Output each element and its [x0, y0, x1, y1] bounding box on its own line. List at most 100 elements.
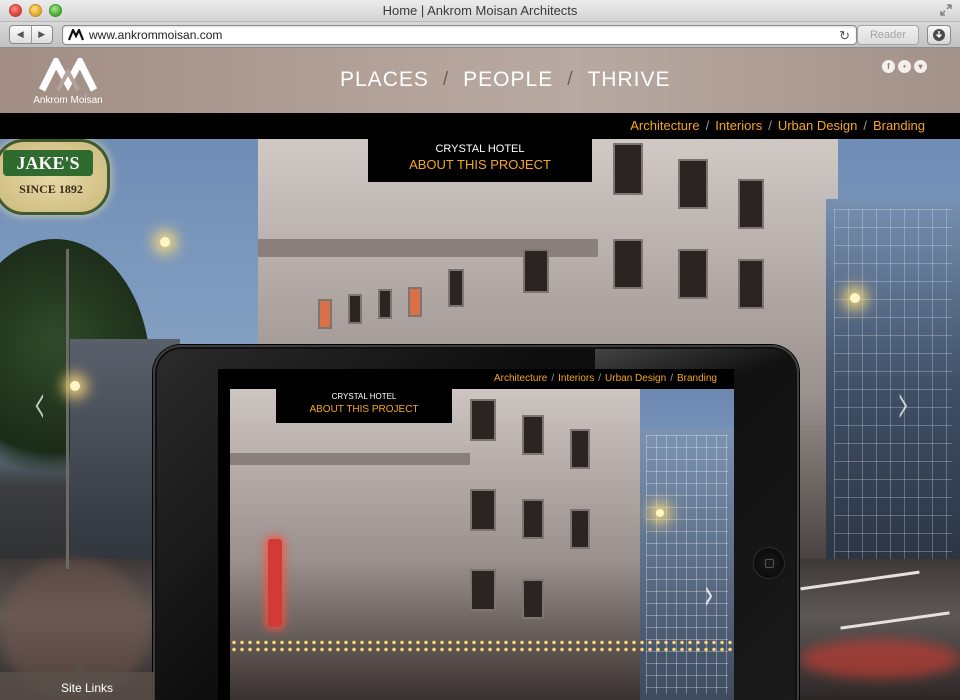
- tablet-next-arrow-icon[interactable]: ›: [704, 569, 714, 620]
- tablet-building-window: [570, 429, 590, 469]
- tablet-building-window: [522, 579, 544, 619]
- street-lamp: [70, 381, 80, 391]
- home-square-icon: [765, 559, 774, 568]
- logo-mark-icon: [38, 54, 98, 92]
- building-window: [678, 249, 708, 299]
- tablet-building-window: [522, 499, 544, 539]
- site-links-label[interactable]: Site Links: [0, 681, 174, 695]
- nav-separator: /: [442, 69, 450, 90]
- reload-icon[interactable]: ↻: [839, 28, 850, 44]
- tablet-category-bar: Architecture / Interiors / Urban Design …: [230, 369, 734, 389]
- downloads-button[interactable]: [927, 25, 951, 45]
- building-window: [378, 289, 392, 319]
- tablet-category-branding[interactable]: Branding: [677, 373, 717, 384]
- tablet-status-bar: 22% 3:14 PM: [218, 369, 230, 700]
- project-name: CRYSTAL HOTEL: [435, 143, 525, 155]
- twitter-icon[interactable]: •: [898, 60, 911, 73]
- tablet-building-window: [470, 399, 496, 441]
- url-text[interactable]: www.ankrommoisan.com: [89, 28, 222, 42]
- logo-caption: Ankrom Moisan: [33, 95, 103, 106]
- primary-nav: PLACES / PEOPLE / THRIVE: [340, 68, 671, 92]
- category-separator: /: [863, 118, 867, 133]
- category-separator: /: [598, 373, 602, 384]
- caret-up-icon: [72, 664, 86, 672]
- address-bar[interactable]: www.ankrommoisan.com ↻: [62, 25, 857, 45]
- history-nav: ◀ ▶: [9, 25, 53, 44]
- tablet-battery: 22%: [220, 384, 226, 397]
- category-urban-design[interactable]: Urban Design: [778, 118, 858, 133]
- window-titlebar: Home | Ankrom Moisan Architects: [0, 0, 960, 22]
- forward-arrow-icon: ▶: [38, 29, 46, 39]
- tablet-category-urban-design[interactable]: Urban Design: [605, 373, 666, 384]
- building-window: [523, 249, 549, 293]
- fullscreen-icon[interactable]: [940, 4, 952, 16]
- nav-places[interactable]: PLACES: [340, 68, 429, 92]
- building-window: [348, 294, 362, 324]
- tablet-neon-sign: [268, 539, 282, 627]
- category-separator: /: [768, 118, 772, 133]
- right-glass-building: [826, 199, 960, 579]
- tablet-building: [230, 389, 640, 700]
- tablet-building-window: [570, 509, 590, 549]
- back-arrow-icon: ◀: [16, 29, 24, 39]
- street-marking: [800, 570, 920, 591]
- tablet-category-interiors[interactable]: Interiors: [558, 373, 594, 384]
- tablet-street-lamp: [656, 509, 664, 517]
- street-marking: [840, 611, 950, 630]
- hero-next-arrow-icon[interactable]: ›: [897, 369, 910, 437]
- category-separator: /: [670, 373, 673, 384]
- about-project-link[interactable]: ABOUT THIS PROJECT: [368, 157, 592, 172]
- tablet-glass-grid: [646, 435, 728, 694]
- building-window: [738, 179, 764, 229]
- building-window: [613, 143, 643, 195]
- facebook-icon[interactable]: f: [882, 60, 895, 73]
- street-lamp-pole: [66, 249, 69, 569]
- back-button[interactable]: ◀: [10, 26, 32, 43]
- category-interiors[interactable]: Interiors: [715, 118, 762, 133]
- forward-button[interactable]: ▶: [32, 26, 53, 43]
- nav-separator: /: [567, 69, 574, 90]
- tablet-building-window: [470, 569, 496, 611]
- glass-grid: [834, 209, 952, 569]
- tablet-home-button: [753, 547, 785, 579]
- tablet-screen: 22% 3:14 PM › Architecture / Interiors /…: [218, 369, 734, 700]
- tablet-category-architecture[interactable]: Architecture: [494, 373, 547, 384]
- browser-toolbar: ◀ ▶ www.ankrommoisan.com ↻ Reader: [0, 22, 960, 48]
- category-links: Architecture / Interiors / Urban Design …: [630, 118, 925, 133]
- building-window: [318, 299, 332, 329]
- tablet-building-cornice: [230, 453, 470, 465]
- building-window: [448, 269, 464, 307]
- download-icon: [933, 29, 945, 41]
- building-window: [408, 287, 422, 317]
- building-window: [613, 239, 643, 289]
- street-lamp: [850, 293, 860, 303]
- car-light-trail: [800, 639, 960, 679]
- building-window: [678, 159, 708, 209]
- category-separator: /: [551, 373, 555, 384]
- hero-prev-arrow-icon[interactable]: ‹: [33, 369, 46, 437]
- category-architecture[interactable]: Architecture: [630, 118, 699, 133]
- jakes-sign-since: SINCE 1892: [19, 182, 83, 196]
- nav-thrive[interactable]: THRIVE: [587, 68, 670, 92]
- tablet-project-info-box: CRYSTAL HOTEL ABOUT THIS PROJECT: [276, 389, 452, 423]
- reader-button[interactable]: Reader: [857, 25, 919, 45]
- category-branding[interactable]: Branding: [873, 118, 925, 133]
- tablet-right-building: [640, 429, 734, 700]
- tablet-about-project-link[interactable]: ABOUT THIS PROJECT: [276, 404, 452, 415]
- tablet-project-name: CRYSTAL HOTEL: [331, 392, 397, 401]
- project-info-box: CRYSTAL HOTEL ABOUT THIS PROJECT: [368, 139, 592, 182]
- tablet-category-links: Architecture / Interiors / Urban Design …: [494, 373, 717, 384]
- social-icons: f • ▾: [882, 60, 927, 73]
- site-header: Ankrom Moisan PLACES / PEOPLE / THRIVE f…: [0, 48, 960, 113]
- category-separator: /: [705, 118, 710, 133]
- tablet-building-window: [522, 415, 544, 455]
- location-icon[interactable]: ▾: [914, 60, 927, 73]
- site-links-tab[interactable]: Site Links: [0, 664, 154, 700]
- window-title: Home | Ankrom Moisan Architects: [382, 3, 578, 18]
- tablet-string-lights: [230, 639, 734, 653]
- building-window: [738, 259, 764, 309]
- tablet-building-window: [470, 489, 496, 531]
- nav-people[interactable]: PEOPLE: [463, 68, 553, 92]
- tablet-time: 3:14 PM: [220, 526, 226, 549]
- ankrom-moisan-logo[interactable]: Ankrom Moisan: [28, 54, 108, 108]
